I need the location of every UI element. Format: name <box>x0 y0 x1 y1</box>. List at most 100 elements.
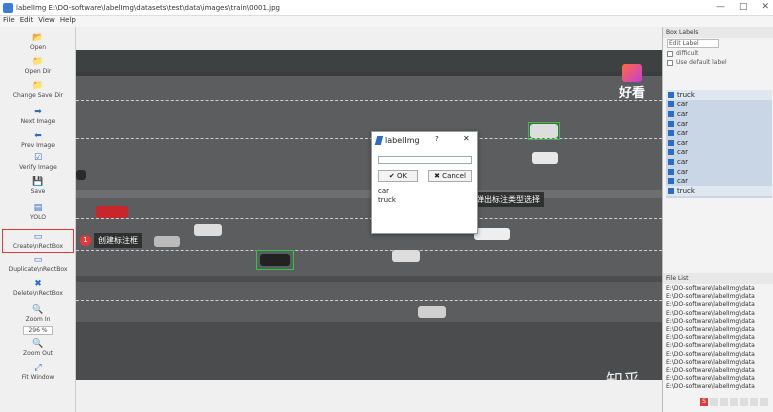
tray-icon[interactable] <box>730 398 738 406</box>
zoom-value[interactable]: 296 % <box>0 326 76 335</box>
maximize-button[interactable]: □ <box>739 2 748 12</box>
tray-icon[interactable] <box>710 398 718 406</box>
tray-icon[interactable] <box>750 398 758 406</box>
file-list-item[interactable]: E:\DO-software\labelImg\data <box>666 326 772 334</box>
label-input[interactable] <box>378 156 472 164</box>
change-save-dir-button[interactable]: 📁 Change Save Dir <box>0 81 76 99</box>
list-item[interactable]: car <box>666 157 772 167</box>
label-checkbox[interactable] <box>668 110 674 117</box>
menu-view[interactable]: View <box>38 16 55 27</box>
lane-marking <box>76 250 662 251</box>
format-yolo-button[interactable]: ▤ YOLO <box>0 203 76 221</box>
minimize-button[interactable]: — <box>716 2 725 12</box>
input-method-icon[interactable]: S <box>700 398 708 406</box>
list-item[interactable]: truck <box>666 90 772 100</box>
open-button[interactable]: 📂 Open <box>0 33 76 51</box>
save-button[interactable]: 💾 Save <box>0 177 76 195</box>
delete-icon: ✖ <box>34 279 42 289</box>
left-toolbar: 📂 Open 📁 Open Dir 📁 Change Save Dir ➡ Next I… <box>0 27 76 412</box>
list-item[interactable]: car <box>666 119 772 129</box>
file-list-item[interactable]: E:\DO-software\labelImg\data <box>666 383 772 391</box>
file-list-item[interactable]: E:\DO-software\labelImg\data <box>666 293 772 301</box>
zoom-in-button[interactable]: 🔍 Zoom In <box>0 305 76 323</box>
list-item[interactable]: car <box>666 100 772 110</box>
duplicate-rectbox-button[interactable]: ▭ Duplicate\nRectBox <box>0 255 76 273</box>
dialog-title: labelImg <box>385 135 420 145</box>
image-canvas[interactable]: 好看 知乎 <box>76 50 662 380</box>
cancel-button[interactable]: ✖ Cancel <box>428 170 472 182</box>
bounding-box[interactable] <box>256 250 294 270</box>
difficult-row[interactable]: difficult <box>663 49 773 58</box>
list-item[interactable]: car <box>666 148 772 158</box>
duplicate-icon: ▭ <box>33 255 43 265</box>
menu-file[interactable]: File <box>3 16 15 27</box>
right-panel: Box Labels Edit Label difficult Use defa… <box>662 27 773 412</box>
file-list[interactable]: E:\DO-software\labelImg\data E:\DO-softw… <box>666 285 772 392</box>
label-option[interactable]: truck <box>378 196 472 205</box>
file-list-item[interactable]: E:\DO-software\labelImg\data <box>666 310 772 318</box>
tray-icon[interactable] <box>740 398 748 406</box>
tray-icon[interactable] <box>760 398 768 406</box>
file-list-item[interactable]: E:\DO-software\labelImg\data <box>666 318 772 326</box>
file-list-item[interactable]: E:\DO-software\labelImg\data <box>666 285 772 293</box>
close-button[interactable]: ✕ <box>761 2 769 12</box>
callout-create-box: 1 创建标注框 <box>80 233 142 248</box>
list-item[interactable]: car <box>666 128 772 138</box>
list-item[interactable]: truck <box>666 185 772 196</box>
dialog-help-button[interactable]: ? <box>435 135 439 143</box>
vehicle <box>194 224 222 236</box>
list-item[interactable]: car <box>666 109 772 119</box>
zoom-spinbox[interactable]: 296 % <box>23 326 53 335</box>
lane-marking <box>76 218 662 219</box>
file-list-item[interactable]: E:\DO-software\labelImg\data <box>666 334 772 342</box>
app-icon <box>3 2 13 13</box>
delete-rectbox-button[interactable]: ✖ Delete\nRectBox <box>0 279 76 297</box>
dialog-title-bar: labelImg <box>372 132 477 148</box>
zoom-out-button[interactable]: 🔍 Zoom Out <box>0 339 76 357</box>
list-item[interactable]: car <box>666 167 772 177</box>
file-list-item[interactable]: E:\DO-software\labelImg\data <box>666 351 772 359</box>
window-title: labelImg E:\DO-software\labelImg\dataset… <box>16 3 281 12</box>
label-checkbox[interactable] <box>668 120 674 127</box>
edit-label-button[interactable]: Edit Label <box>667 39 719 48</box>
label-checkbox[interactable] <box>668 187 674 194</box>
box-labels-list[interactable]: truck car car car car car car car car ca… <box>666 90 772 198</box>
verify-image-button[interactable]: ☑ Verify Image <box>0 153 76 171</box>
system-tray: S <box>700 398 768 406</box>
next-image-button[interactable]: ➡ Next Image <box>0 107 76 125</box>
label-option[interactable]: car <box>378 187 472 196</box>
menu-help[interactable]: Help <box>60 16 76 27</box>
file-list-item[interactable]: E:\DO-software\labelImg\data <box>666 342 772 350</box>
file-list-item[interactable]: E:\DO-software\labelImg\data <box>666 367 772 375</box>
edit-label-row: Edit Label <box>663 38 773 49</box>
file-list-item[interactable]: E:\DO-software\labelImg\data <box>666 359 772 367</box>
label-checkbox[interactable] <box>668 139 674 146</box>
label-checkbox[interactable] <box>668 130 674 137</box>
tray-icon[interactable] <box>720 398 728 406</box>
label-checkbox[interactable] <box>668 168 674 175</box>
arrow-left-icon: ⬅ <box>34 131 42 141</box>
bounding-box[interactable] <box>528 122 560 140</box>
dialog-close-button[interactable]: ✕ <box>463 134 470 143</box>
use-default-label-checkbox[interactable] <box>667 59 673 66</box>
file-list-item[interactable]: E:\DO-software\labelImg\data <box>666 301 772 309</box>
label-checkbox[interactable] <box>668 178 674 185</box>
label-checkbox[interactable] <box>668 158 674 165</box>
difficult-checkbox[interactable] <box>667 50 673 57</box>
zoom-out-icon: 🔍 <box>32 339 44 349</box>
label-checkbox[interactable] <box>668 149 674 156</box>
list-item[interactable]: car <box>666 138 772 148</box>
menu-edit[interactable]: Edit <box>20 16 34 27</box>
label-checkbox[interactable] <box>668 91 674 98</box>
file-list-item[interactable]: E:\DO-software\labelImg\data <box>666 375 772 383</box>
use-default-label-row[interactable]: Use default label <box>663 58 773 67</box>
ok-button[interactable]: ✔ OK <box>378 170 418 182</box>
fit-window-button[interactable]: ⤢ Fit Window <box>0 363 76 381</box>
open-dir-button[interactable]: 📁 Open Dir <box>0 57 76 75</box>
list-item[interactable]: car <box>666 176 772 186</box>
vehicle <box>76 170 86 180</box>
lane-marking <box>76 300 662 301</box>
prev-image-button[interactable]: ⬅ Prev Image <box>0 131 76 149</box>
label-checkbox[interactable] <box>668 101 674 108</box>
create-rectbox-button[interactable]: ▭ Create\nRectBox <box>2 229 74 253</box>
